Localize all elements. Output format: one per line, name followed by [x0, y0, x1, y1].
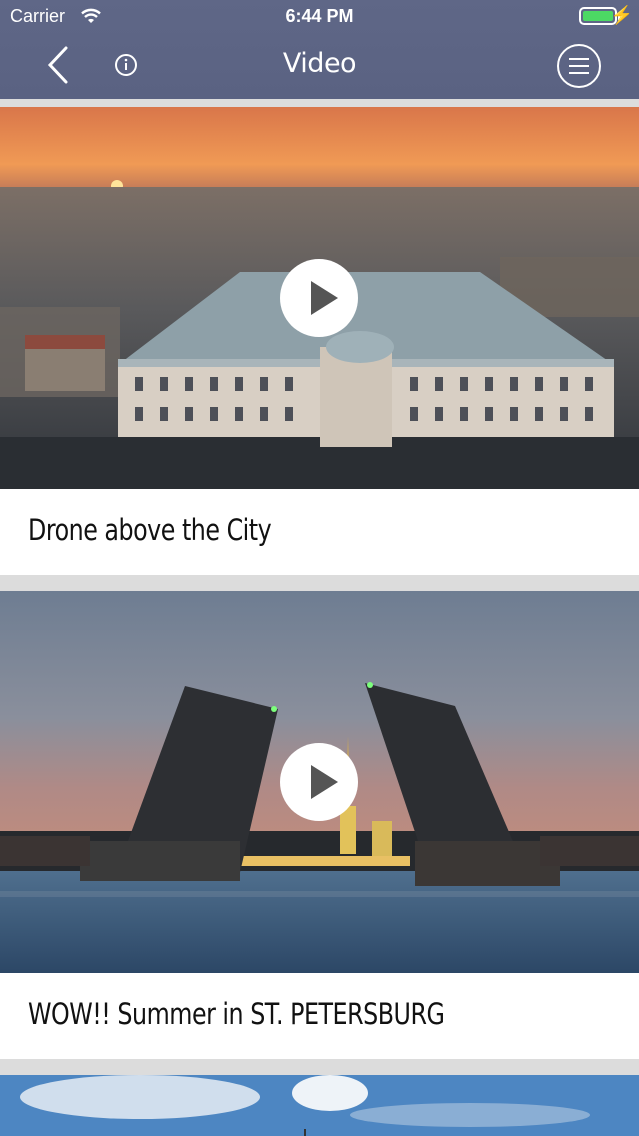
video-thumbnail[interactable]	[0, 1075, 639, 1136]
page-title: Video	[282, 48, 357, 79]
video-card[interactable]: WOW!! Summer in ST. PETERSBURG	[0, 591, 639, 1059]
play-button[interactable]	[280, 259, 358, 337]
video-card[interactable]: Drone above the City	[0, 107, 639, 575]
charging-icon: ⚡	[610, 5, 633, 25]
status-time: 6:44 PM	[285, 6, 354, 26]
menu-button[interactable]	[556, 43, 602, 89]
video-card[interactable]	[0, 1075, 639, 1136]
status-bar: Carrier 6:44 PM ⚡	[0, 0, 639, 32]
play-button[interactable]	[280, 743, 358, 821]
video-title[interactable]: Drone above the City	[28, 513, 272, 547]
top-bar: Carrier 6:44 PM ⚡ Video	[0, 0, 639, 99]
video-title[interactable]: WOW!! Summer in ST. PETERSBURG	[28, 997, 445, 1031]
